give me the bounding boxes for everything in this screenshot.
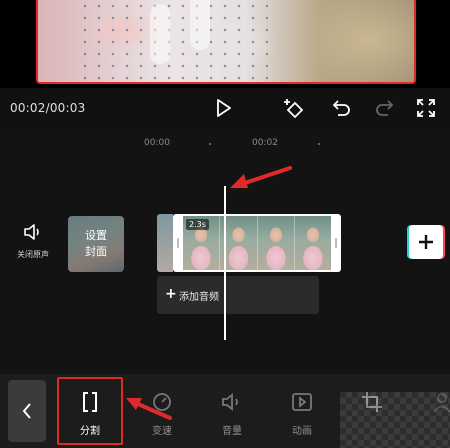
clip-frame (256, 216, 294, 270)
split-label: 分割 (80, 426, 100, 437)
cover-label-line1: 设置 (85, 229, 107, 242)
video-preview[interactable] (0, 0, 450, 88)
undo-icon[interactable] (330, 96, 354, 120)
speed-icon (150, 390, 174, 414)
clip-duration-badge: 2.3s (186, 219, 209, 230)
clip-frame: 2.3s (183, 216, 220, 270)
ruler-label: 00:02 (252, 138, 278, 148)
play-icon[interactable] (212, 96, 236, 120)
add-keyframe-icon[interactable] (282, 96, 306, 120)
speed-tool-button[interactable]: 变速 (134, 380, 190, 442)
playback-bar: 00:02/00:03 (0, 88, 450, 128)
timeline[interactable]: 00:00 00:02 关闭原声 设置 封面 2.3s + 添加音频 (0, 128, 450, 374)
chevron-left-icon (22, 403, 31, 419)
mute-original-audio-button[interactable]: 关闭原声 (8, 223, 58, 260)
add-audio-label: 添加音频 (179, 292, 219, 303)
previous-clip-segment[interactable] (157, 214, 173, 272)
clip-frame (293, 216, 331, 270)
time-readout: 00:02/00:03 (10, 101, 86, 115)
cover-label-line2: 封面 (85, 245, 107, 258)
ruler-tick (209, 143, 211, 145)
clip-right-trim-handle[interactable] (335, 238, 337, 248)
animation-icon (290, 390, 314, 414)
speed-label: 变速 (152, 426, 172, 437)
pixelated-watermark (340, 392, 450, 448)
animation-tool-button[interactable]: 动画 (274, 380, 330, 442)
preview-image-pattern (78, 0, 268, 82)
plus-icon (419, 235, 433, 249)
ruler-tick (318, 143, 320, 145)
annotation-arrow-icon (230, 166, 292, 188)
volume-tool-button[interactable]: 音量 (204, 380, 260, 442)
split-tool-button[interactable]: 分割 (62, 380, 118, 442)
volume-label: 音量 (222, 426, 242, 437)
volume-icon (220, 390, 244, 414)
playhead[interactable] (224, 186, 226, 340)
clip-frames: 2.3s (183, 216, 331, 270)
set-cover-button[interactable]: 设置 封面 (68, 216, 124, 272)
split-icon (78, 390, 102, 414)
redo-icon[interactable] (372, 96, 396, 120)
animation-label: 动画 (292, 426, 312, 437)
cover-label: 设置 封面 (68, 228, 124, 260)
add-audio-button[interactable]: + 添加音频 (157, 276, 319, 314)
selected-video-clip[interactable]: 2.3s (173, 214, 341, 272)
fullscreen-icon[interactable] (414, 96, 438, 120)
ruler-label: 00:00 (144, 138, 170, 148)
add-clip-button[interactable] (409, 225, 443, 259)
speaker-mute-icon (24, 224, 39, 240)
mute-label: 关闭原声 (17, 250, 49, 259)
preview-image-detail (150, 4, 170, 64)
clip-left-trim-handle[interactable] (177, 238, 179, 248)
preview-image-detail (190, 0, 210, 50)
plus-icon: + (165, 286, 177, 302)
back-button[interactable] (8, 380, 46, 442)
preview-frame (36, 0, 416, 84)
